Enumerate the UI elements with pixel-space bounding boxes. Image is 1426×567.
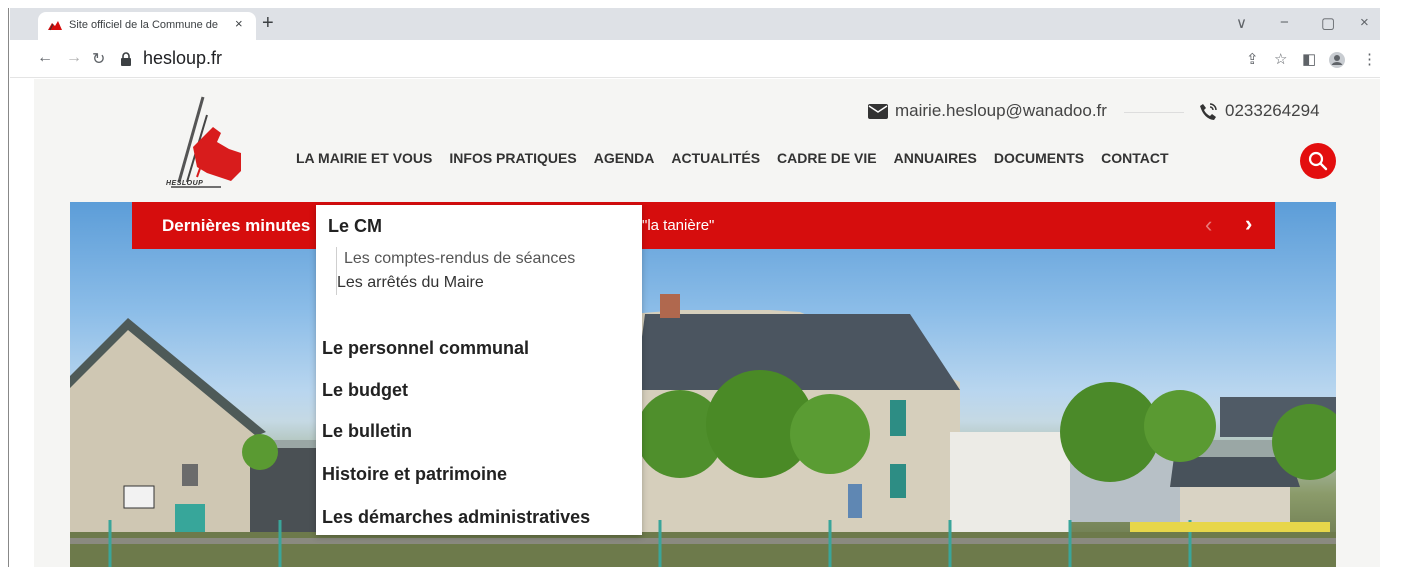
page-margin (1380, 8, 1426, 567)
profile-icon[interactable] (1328, 51, 1346, 69)
maximize-icon[interactable]: ▢ (1321, 14, 1335, 32)
logo-text: HESLOUP (166, 180, 204, 187)
lock-icon[interactable] (119, 51, 133, 67)
site-search-button[interactable] (1300, 143, 1336, 179)
dropdown-item-personnel[interactable]: Le personnel communal (322, 338, 529, 359)
tab-search-icon[interactable]: ∨ (1236, 14, 1247, 32)
dropdown-item-demarches[interactable]: Les démarches administratives (322, 507, 590, 528)
dropdown-subitem-arretes[interactable]: Les arrêtés du Maire (337, 271, 575, 295)
menu-item-cadre-de-vie[interactable]: CADRE DE VIE (777, 150, 877, 166)
phone-text: 0233264294 (1225, 101, 1320, 120)
star-icon[interactable]: ☆ (1274, 50, 1287, 68)
website: HESLOUP mairie.hesloup@wanadoo.fr 023326… (34, 79, 1380, 567)
menu-item-infos-pratiques[interactable]: INFOS PRATIQUES (449, 150, 576, 166)
share-icon[interactable]: ⇪ (1246, 50, 1259, 68)
menu-item-actualites[interactable]: ACTUALITÉS (671, 150, 760, 166)
menu-item-agenda[interactable]: AGENDA (594, 150, 655, 166)
menu-icon[interactable]: ⋮ (1362, 50, 1377, 68)
dropdown-item-histoire[interactable]: Histoire et patrimoine (322, 464, 507, 485)
dropdown-item-le-cm[interactable]: Le CM (328, 216, 382, 237)
browser-tab-strip: Site officiel de la Commune de Hesloup ×… (10, 8, 1380, 40)
browser-tab[interactable]: Site officiel de la Commune de Hesloup × (38, 12, 256, 40)
envelope-icon (868, 104, 888, 120)
dropdown-submenu: Les comptes-rendus de séances Les arrêté… (336, 247, 575, 295)
forward-icon[interactable]: → (66, 49, 82, 67)
menu-item-contact[interactable]: CONTACT (1101, 150, 1168, 166)
news-ticker-label: Dernières minutes (162, 216, 311, 235)
news-next-icon[interactable]: › (1245, 211, 1252, 237)
email-text: mairie.hesloup@wanadoo.fr (895, 101, 1107, 120)
new-tab-button[interactable]: + (262, 12, 274, 35)
mairie-dropdown-menu: Le CM Les comptes-rendus de séances Les … (316, 205, 642, 535)
news-headline[interactable]: "la tanière" (642, 217, 714, 234)
minimize-icon[interactable]: − (1280, 14, 1289, 31)
contact-divider (1124, 112, 1184, 113)
contact-email[interactable]: mairie.hesloup@wanadoo.fr (868, 101, 1107, 121)
sidepanel-icon[interactable]: ◧ (1302, 50, 1316, 68)
main-menu: LA MAIRIE ET VOUS INFOS PRATIQUES AGENDA AC… (296, 150, 1169, 166)
site-favicon-icon (48, 21, 62, 31)
reload-icon[interactable]: ↻ (92, 49, 105, 69)
phone-icon (1200, 103, 1217, 121)
tab-title: Site officiel de la Commune de Hesloup (69, 19, 219, 31)
hero-photo (70, 202, 1336, 567)
window-border (8, 8, 9, 567)
window-close-icon[interactable]: × (1360, 14, 1369, 31)
search-icon (1308, 151, 1328, 171)
menu-item-annuaires[interactable]: ANNUAIRES (894, 150, 977, 166)
menu-item-mairie[interactable]: LA MAIRIE ET VOUS (296, 150, 432, 166)
menu-item-documents[interactable]: DOCUMENTS (994, 150, 1084, 166)
contact-phone[interactable]: 0233264294 (1199, 101, 1320, 121)
dropdown-item-budget[interactable]: Le budget (322, 380, 408, 401)
dropdown-item-bulletin[interactable]: Le bulletin (322, 421, 412, 442)
school-building-image (70, 294, 1336, 567)
back-icon[interactable]: ← (37, 49, 53, 67)
tab-close-icon[interactable]: × (235, 16, 243, 31)
news-ticker: Dernières minutes "la tanière" ‹ › (132, 202, 1275, 249)
address-bar[interactable]: hesloup.fr (143, 48, 222, 69)
news-prev-icon[interactable]: ‹ (1205, 212, 1212, 238)
browser-toolbar: ← → ↻ hesloup.fr ⇪ ☆ ◧ ⋮ (10, 40, 1380, 78)
hesloup-logo[interactable] (141, 87, 251, 193)
dropdown-subitem-comptes-rendus[interactable]: Les comptes-rendus de séances (337, 247, 575, 271)
